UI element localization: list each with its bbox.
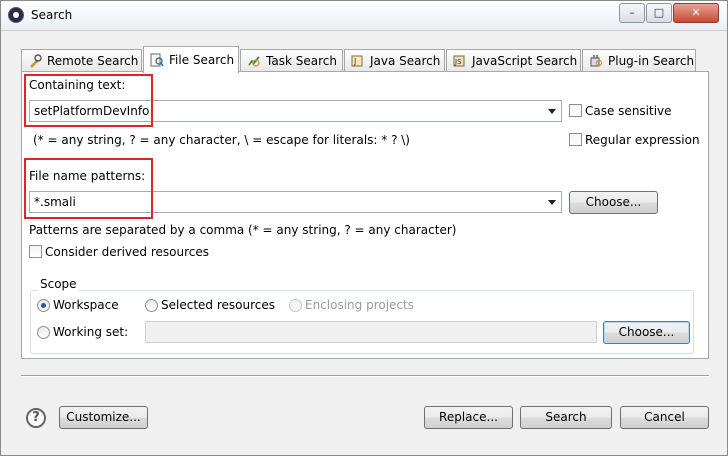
- close-button[interactable]: ✕: [673, 3, 719, 23]
- file-name-patterns-combo[interactable]: *.smali: [29, 191, 562, 213]
- tab-java-search[interactable]: J Java Search: [344, 49, 445, 72]
- javascript-search-icon: JS: [453, 54, 467, 68]
- consider-derived-checkbox[interactable]: [29, 245, 42, 258]
- case-sensitive-label[interactable]: Case sensitive: [585, 104, 672, 118]
- enclosing-projects-label[interactable]: Enclosing projects: [305, 298, 414, 312]
- workspace-label[interactable]: Workspace: [53, 298, 119, 312]
- plugin-search-icon: [589, 54, 603, 68]
- title-bar: Search – □ ✕: [1, 1, 727, 31]
- svg-text:JS: JS: [454, 58, 462, 66]
- footer-separator: [21, 375, 709, 377]
- workspace-radio[interactable]: [37, 299, 50, 312]
- working-set-field: [145, 321, 597, 343]
- tab-file-search-label: File Search: [169, 53, 235, 67]
- file-name-patterns-hint: Patterns are separated by a comma (* = a…: [29, 223, 457, 237]
- replace-button[interactable]: Replace...: [424, 406, 513, 429]
- search-dialog: Search – □ ✕ Remote Search File Search T…: [0, 0, 728, 456]
- tab-plugin-search-label: Plug-in Search: [608, 54, 695, 68]
- regular-expression-label[interactable]: Regular expression: [585, 133, 700, 147]
- tab-java-search-label: Java Search: [370, 54, 441, 68]
- enclosing-projects-radio[interactable]: [289, 299, 302, 312]
- maximize-button[interactable]: □: [646, 3, 672, 23]
- consider-derived-label[interactable]: Consider derived resources: [45, 245, 209, 259]
- eclipse-icon: [8, 7, 24, 23]
- minimize-button[interactable]: –: [619, 3, 645, 23]
- tab-task-search[interactable]: Task Search: [240, 49, 343, 72]
- java-search-icon: J: [351, 54, 365, 68]
- choose-file-patterns-button[interactable]: Choose...: [569, 191, 658, 214]
- file-search-icon: [150, 53, 164, 67]
- search-button[interactable]: Search: [520, 406, 612, 429]
- file-name-patterns-value: *.smali: [34, 195, 76, 209]
- remote-search-icon: [28, 54, 42, 68]
- cancel-button[interactable]: Cancel: [620, 406, 709, 429]
- selected-resources-label[interactable]: Selected resources: [161, 298, 275, 312]
- svg-text:J: J: [353, 57, 356, 66]
- containing-text-combo[interactable]: setPlatformDevInfo: [29, 100, 562, 122]
- chevron-down-icon[interactable]: [545, 195, 559, 209]
- containing-text-label: Containing text:: [29, 78, 126, 92]
- file-name-patterns-label: File name patterns:: [29, 169, 146, 183]
- containing-text-hint: (* = any string, ? = any character, \ = …: [33, 133, 410, 147]
- chevron-down-icon[interactable]: [545, 104, 559, 118]
- containing-text-value: setPlatformDevInfo: [34, 104, 150, 118]
- task-search-icon: [247, 54, 261, 68]
- tab-javascript-search[interactable]: JS JavaScript Search: [446, 49, 581, 72]
- tab-plugin-search[interactable]: Plug-in Search: [582, 49, 696, 72]
- scope-title: Scope: [38, 277, 79, 291]
- window-title: Search: [31, 8, 73, 22]
- choose-working-set-button[interactable]: Choose...: [603, 321, 690, 344]
- working-set-radio[interactable]: [37, 326, 50, 339]
- tab-remote-search[interactable]: Remote Search: [21, 49, 142, 72]
- case-sensitive-checkbox[interactable]: [569, 104, 582, 117]
- regular-expression-checkbox[interactable]: [569, 133, 582, 146]
- tab-task-search-label: Task Search: [266, 54, 337, 68]
- tab-remote-search-label: Remote Search: [47, 54, 139, 68]
- tab-file-search[interactable]: File Search: [143, 46, 239, 73]
- customize-button[interactable]: Customize...: [59, 406, 148, 429]
- tab-javascript-search-label: JavaScript Search: [472, 54, 578, 68]
- help-icon[interactable]: ?: [26, 408, 46, 428]
- working-set-label[interactable]: Working set:: [53, 325, 128, 339]
- selected-resources-radio[interactable]: [145, 299, 158, 312]
